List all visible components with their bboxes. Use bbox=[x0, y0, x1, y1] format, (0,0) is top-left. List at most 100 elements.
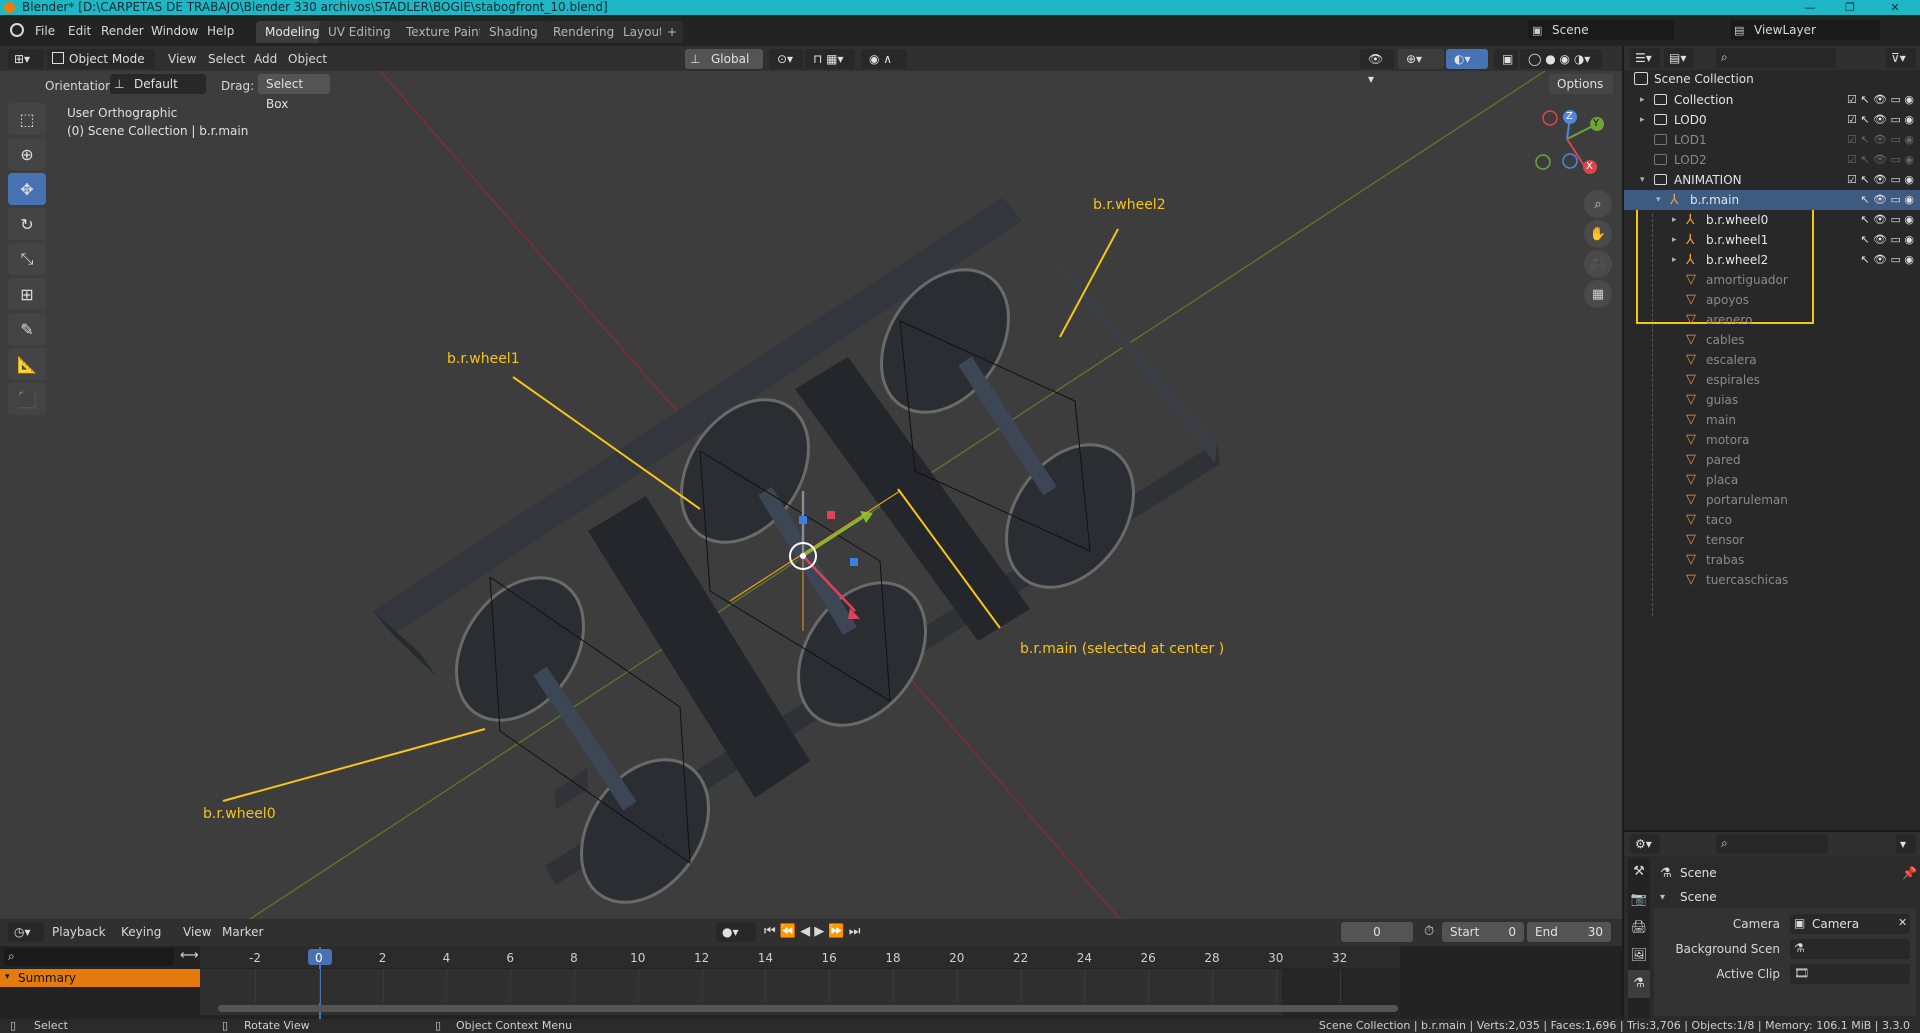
menu-select[interactable]: Select bbox=[208, 49, 245, 69]
tool-tab-icon[interactable]: ⚒ bbox=[1628, 858, 1650, 886]
tab-shading[interactable]: Shading bbox=[480, 21, 547, 43]
camera-view-icon[interactable]: 🎥 bbox=[1584, 250, 1612, 278]
expand-toggle-icon[interactable]: ▸ bbox=[1640, 90, 1645, 110]
outliner-item-lod0[interactable]: ▸ LOD0 ☑ ↖ 👁 ▭ ◉ bbox=[1624, 110, 1920, 130]
record-icon[interactable]: ●▾ bbox=[716, 922, 756, 942]
transform-tool-icon[interactable]: ⊞ bbox=[8, 278, 46, 310]
timeline-scrollbar[interactable] bbox=[218, 1005, 1398, 1012]
visibility-controls[interactable]: ↖ 👁 ▭ ◉ bbox=[1824, 214, 1914, 226]
timeline-editor-type-icon[interactable]: ◷▾ bbox=[8, 922, 44, 942]
add-cube-tool-icon[interactable]: ⬛ bbox=[8, 383, 46, 415]
outliner-item-amortiguador[interactable]: ▽ amortiguador bbox=[1624, 270, 1920, 290]
playback-controls-icon[interactable]: ⏮ ⏪ ◀ ▶ ⏩ ⏭ bbox=[764, 922, 860, 942]
display-mode-icon[interactable]: ▤▾ bbox=[1664, 48, 1694, 68]
scale-tool-icon[interactable]: ⤡ bbox=[8, 243, 46, 275]
scene-collection-label[interactable]: Scene Collection bbox=[1654, 72, 1754, 86]
expand-toggle-icon[interactable]: ▸ bbox=[1672, 250, 1677, 270]
outliner-item-main[interactable]: ▽ main bbox=[1624, 410, 1920, 430]
outliner-item-b-r-main[interactable]: ▾ ⅄ b.r.main ↖ 👁 ▭ ◉ bbox=[1624, 190, 1920, 210]
outliner-item-placa[interactable]: ▽ placa bbox=[1624, 470, 1920, 490]
outliner-search-input[interactable] bbox=[1716, 48, 1836, 68]
menu-playback[interactable]: Playback bbox=[52, 922, 106, 942]
add-workspace-button[interactable]: + bbox=[661, 21, 684, 43]
outliner-item-motora[interactable]: ▽ motora bbox=[1624, 430, 1920, 450]
clear-camera-icon[interactable]: ✕ bbox=[1898, 916, 1907, 929]
measure-tool-icon[interactable]: 📐 bbox=[8, 348, 46, 380]
rotate-tool-icon[interactable]: ↻ bbox=[8, 208, 46, 240]
tab-uv-editing[interactable]: UV Editing bbox=[319, 21, 400, 43]
gizmo-z-label[interactable]: Z bbox=[1566, 111, 1573, 122]
visibility-icon[interactable]: 👁▾ bbox=[1360, 49, 1394, 86]
viewlayer-selector[interactable]: ViewLayer bbox=[1730, 20, 1880, 40]
zoom-icon[interactable]: ⌕ bbox=[1584, 190, 1612, 218]
xray-icon[interactable]: ▣ bbox=[1494, 49, 1518, 69]
outliner-item-collection[interactable]: ▸ Collection ☑ ↖ 👁 ▭ ◉ bbox=[1624, 90, 1920, 110]
outliner-item-guias[interactable]: ▽ guias bbox=[1624, 390, 1920, 410]
visibility-controls[interactable]: ↖ 👁 ▭ ◉ bbox=[1824, 194, 1914, 206]
properties-editor-type-icon[interactable]: ⚙▾ bbox=[1630, 834, 1660, 854]
outliner-item-taco[interactable]: ▽ taco bbox=[1624, 510, 1920, 530]
expand-toggle-icon[interactable]: ▸ bbox=[1672, 210, 1677, 230]
outliner-item-tuercaschicas[interactable]: ▽ tuercaschicas bbox=[1624, 570, 1920, 590]
pin-icon[interactable]: 📌 bbox=[1902, 866, 1917, 880]
menu-file[interactable]: File bbox=[31, 22, 59, 40]
outliner-item-portaruleman[interactable]: ▽ portaruleman bbox=[1624, 490, 1920, 510]
menu-keying[interactable]: Keying bbox=[121, 922, 161, 942]
annotate-tool-icon[interactable]: ✎ bbox=[8, 313, 46, 345]
outliner-item-apoyos[interactable]: ▽ apoyos bbox=[1624, 290, 1920, 310]
visibility-controls[interactable]: ↖ 👁 ▭ ◉ bbox=[1824, 234, 1914, 246]
view-layer-tab-icon[interactable]: 🖼 bbox=[1628, 942, 1650, 970]
start-frame-field[interactable]: Start 0 bbox=[1442, 922, 1524, 942]
ortho-grid-icon[interactable]: ▦ bbox=[1584, 280, 1612, 308]
menu-render[interactable]: Render bbox=[97, 22, 148, 40]
background-scene-field[interactable] bbox=[1790, 939, 1910, 959]
proportional-edit-icon[interactable]: ◉ ∧ bbox=[861, 49, 907, 69]
output-tab-icon[interactable]: 🖨 bbox=[1628, 914, 1650, 942]
gizmo-y-label[interactable]: Y bbox=[1593, 118, 1599, 129]
menu-add[interactable]: Add bbox=[254, 49, 277, 69]
expand-toggle-icon[interactable]: ▾ bbox=[1656, 190, 1661, 210]
visibility-controls[interactable]: ↖ 👁 ▭ ◉ bbox=[1824, 254, 1914, 266]
summary-expand-icon[interactable]: ▾ bbox=[5, 972, 10, 982]
cursor-tool-icon[interactable]: ⊕ bbox=[8, 138, 46, 170]
menu-object[interactable]: Object bbox=[288, 49, 327, 69]
end-frame-field[interactable]: End 30 bbox=[1527, 922, 1611, 942]
gizmo-x-label[interactable]: X bbox=[1586, 161, 1593, 172]
summary-channel[interactable]: Summary bbox=[0, 969, 200, 987]
visibility-controls[interactable]: ☑ ↖ 👁 ▭ ◉ bbox=[1824, 114, 1914, 126]
render-tab-icon[interactable]: 📷 bbox=[1628, 886, 1650, 914]
visibility-controls[interactable]: ☑ ↖ 👁 ▭ ◉ bbox=[1824, 134, 1914, 146]
menu-window[interactable]: Window bbox=[147, 22, 202, 40]
outliner-item-tensor[interactable]: ▽ tensor bbox=[1624, 530, 1920, 550]
menu-edit[interactable]: Edit bbox=[64, 22, 95, 40]
outliner-item-lod2[interactable]: LOD2 ☑ ↖ 👁 ▭ ◉ bbox=[1624, 150, 1920, 170]
menu-marker[interactable]: Marker bbox=[222, 922, 263, 942]
outliner-item-pared[interactable]: ▽ pared bbox=[1624, 450, 1920, 470]
outliner-item-cables[interactable]: ▽ cables bbox=[1624, 330, 1920, 350]
stopwatch-icon[interactable]: ⏱ bbox=[1424, 922, 1434, 942]
visibility-controls[interactable]: ☑ ↖ 👁 ▭ ◉ bbox=[1824, 94, 1914, 106]
move-tool-icon[interactable]: ✥ bbox=[8, 173, 46, 205]
outliner-item-b-r-wheel1[interactable]: ▸ ⅄ b.r.wheel1 ↖ 👁 ▭ ◉ bbox=[1624, 230, 1920, 250]
tab-modeling[interactable]: Modeling bbox=[256, 21, 329, 43]
close-button[interactable]: ✕ bbox=[1875, 0, 1915, 15]
outliner-item-b-r-wheel2[interactable]: ▸ ⅄ b.r.wheel2 ↖ 👁 ▭ ◉ bbox=[1624, 250, 1920, 270]
tab-rendering[interactable]: Rendering bbox=[544, 21, 624, 43]
select-box-tool-icon[interactable]: ⬚ bbox=[8, 103, 46, 135]
pan-hand-icon[interactable]: ✋ bbox=[1584, 220, 1612, 248]
timeline-sync-icon[interactable]: ⟷ bbox=[180, 948, 199, 963]
outliner-item-espirales[interactable]: ▽ espirales bbox=[1624, 370, 1920, 390]
gizmo-toggle-icon[interactable]: ⊕▾ bbox=[1398, 49, 1444, 69]
expand-toggle-icon[interactable]: ▸ bbox=[1640, 110, 1645, 130]
visibility-controls[interactable]: ☑ ↖ 👁 ▭ ◉ bbox=[1824, 174, 1914, 186]
filter-icon[interactable]: ⊽▾ bbox=[1886, 48, 1916, 68]
expand-toggle-icon[interactable]: ▾ bbox=[1640, 170, 1645, 190]
properties-search-input[interactable] bbox=[1716, 834, 1828, 854]
current-frame-field[interactable]: 0 bbox=[1341, 922, 1413, 942]
minimize-button[interactable]: — bbox=[1790, 0, 1830, 15]
outliner-item-lod1[interactable]: LOD1 ☑ ↖ 👁 ▭ ◉ bbox=[1624, 130, 1920, 150]
editor-type-icon[interactable]: ⊞▾ bbox=[8, 49, 44, 69]
overlay-toggle-icon[interactable]: ◐▾ bbox=[1446, 49, 1488, 69]
outliner-item-trabas[interactable]: ▽ trabas bbox=[1624, 550, 1920, 570]
camera-field[interactable]: Camera bbox=[1790, 914, 1910, 934]
